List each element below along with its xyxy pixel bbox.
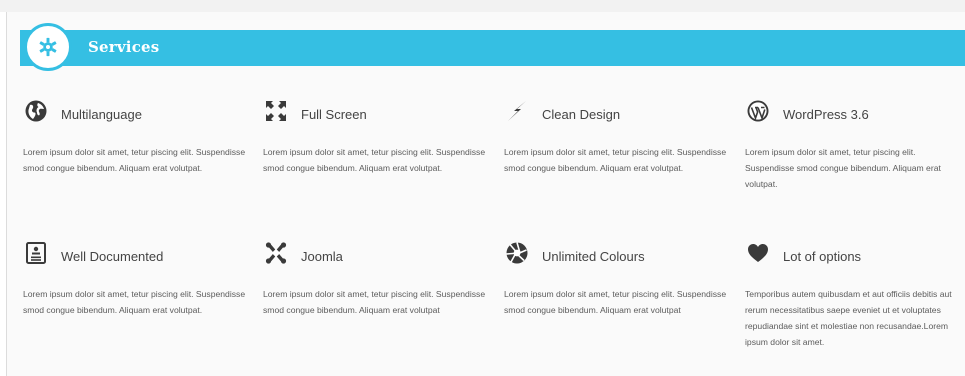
globe-icon — [23, 98, 49, 124]
wordpress-icon — [745, 98, 771, 124]
feature-title: Full Screen — [301, 107, 367, 122]
feature-title: Multilanguage — [61, 107, 142, 122]
fullscreen-icon — [263, 98, 289, 124]
feature-description: Lorem ipsum dolor sit amet, tetur piscin… — [23, 147, 246, 173]
section-title: Services — [88, 38, 160, 56]
feature-title: Unlimited Colours — [542, 249, 645, 264]
top-strip — [0, 0, 965, 12]
joomla-icon — [263, 240, 289, 266]
feature-description: Lorem ipsum dolor sit amet, tetur piscin… — [23, 289, 246, 315]
document-icon — [23, 240, 49, 266]
feature-title: Lot of options — [783, 249, 862, 264]
section-header-bar — [20, 30, 965, 66]
feature-description: Lorem ipsum dolor sit amet, tetur piscin… — [263, 147, 486, 173]
feature-title: Well Documented — [61, 249, 164, 264]
feature-description: Lorem ipsum dolor sit amet, tetur piscin… — [504, 289, 727, 315]
feature-description: Lorem ipsum dolor sit amet, tetur piscin… — [263, 289, 486, 315]
feature-title: Joomla — [301, 249, 343, 264]
feature-description: Lorem ipsum dolor sit amet, tetur piscin… — [504, 147, 727, 173]
section-badge — [24, 23, 72, 71]
feature-description: Lorem ipsum dolor sit amet, tetur piscin… — [745, 147, 941, 189]
feature-title: WordPress 3.6 — [783, 107, 869, 122]
heart-icon — [745, 240, 771, 266]
feature-title: Clean Design — [542, 107, 621, 122]
feature-description: Temporibus autem quibusdam et aut offici… — [745, 289, 952, 347]
gear-icon — [39, 37, 57, 57]
lightning-icon — [504, 98, 530, 124]
aperture-icon — [504, 240, 530, 266]
